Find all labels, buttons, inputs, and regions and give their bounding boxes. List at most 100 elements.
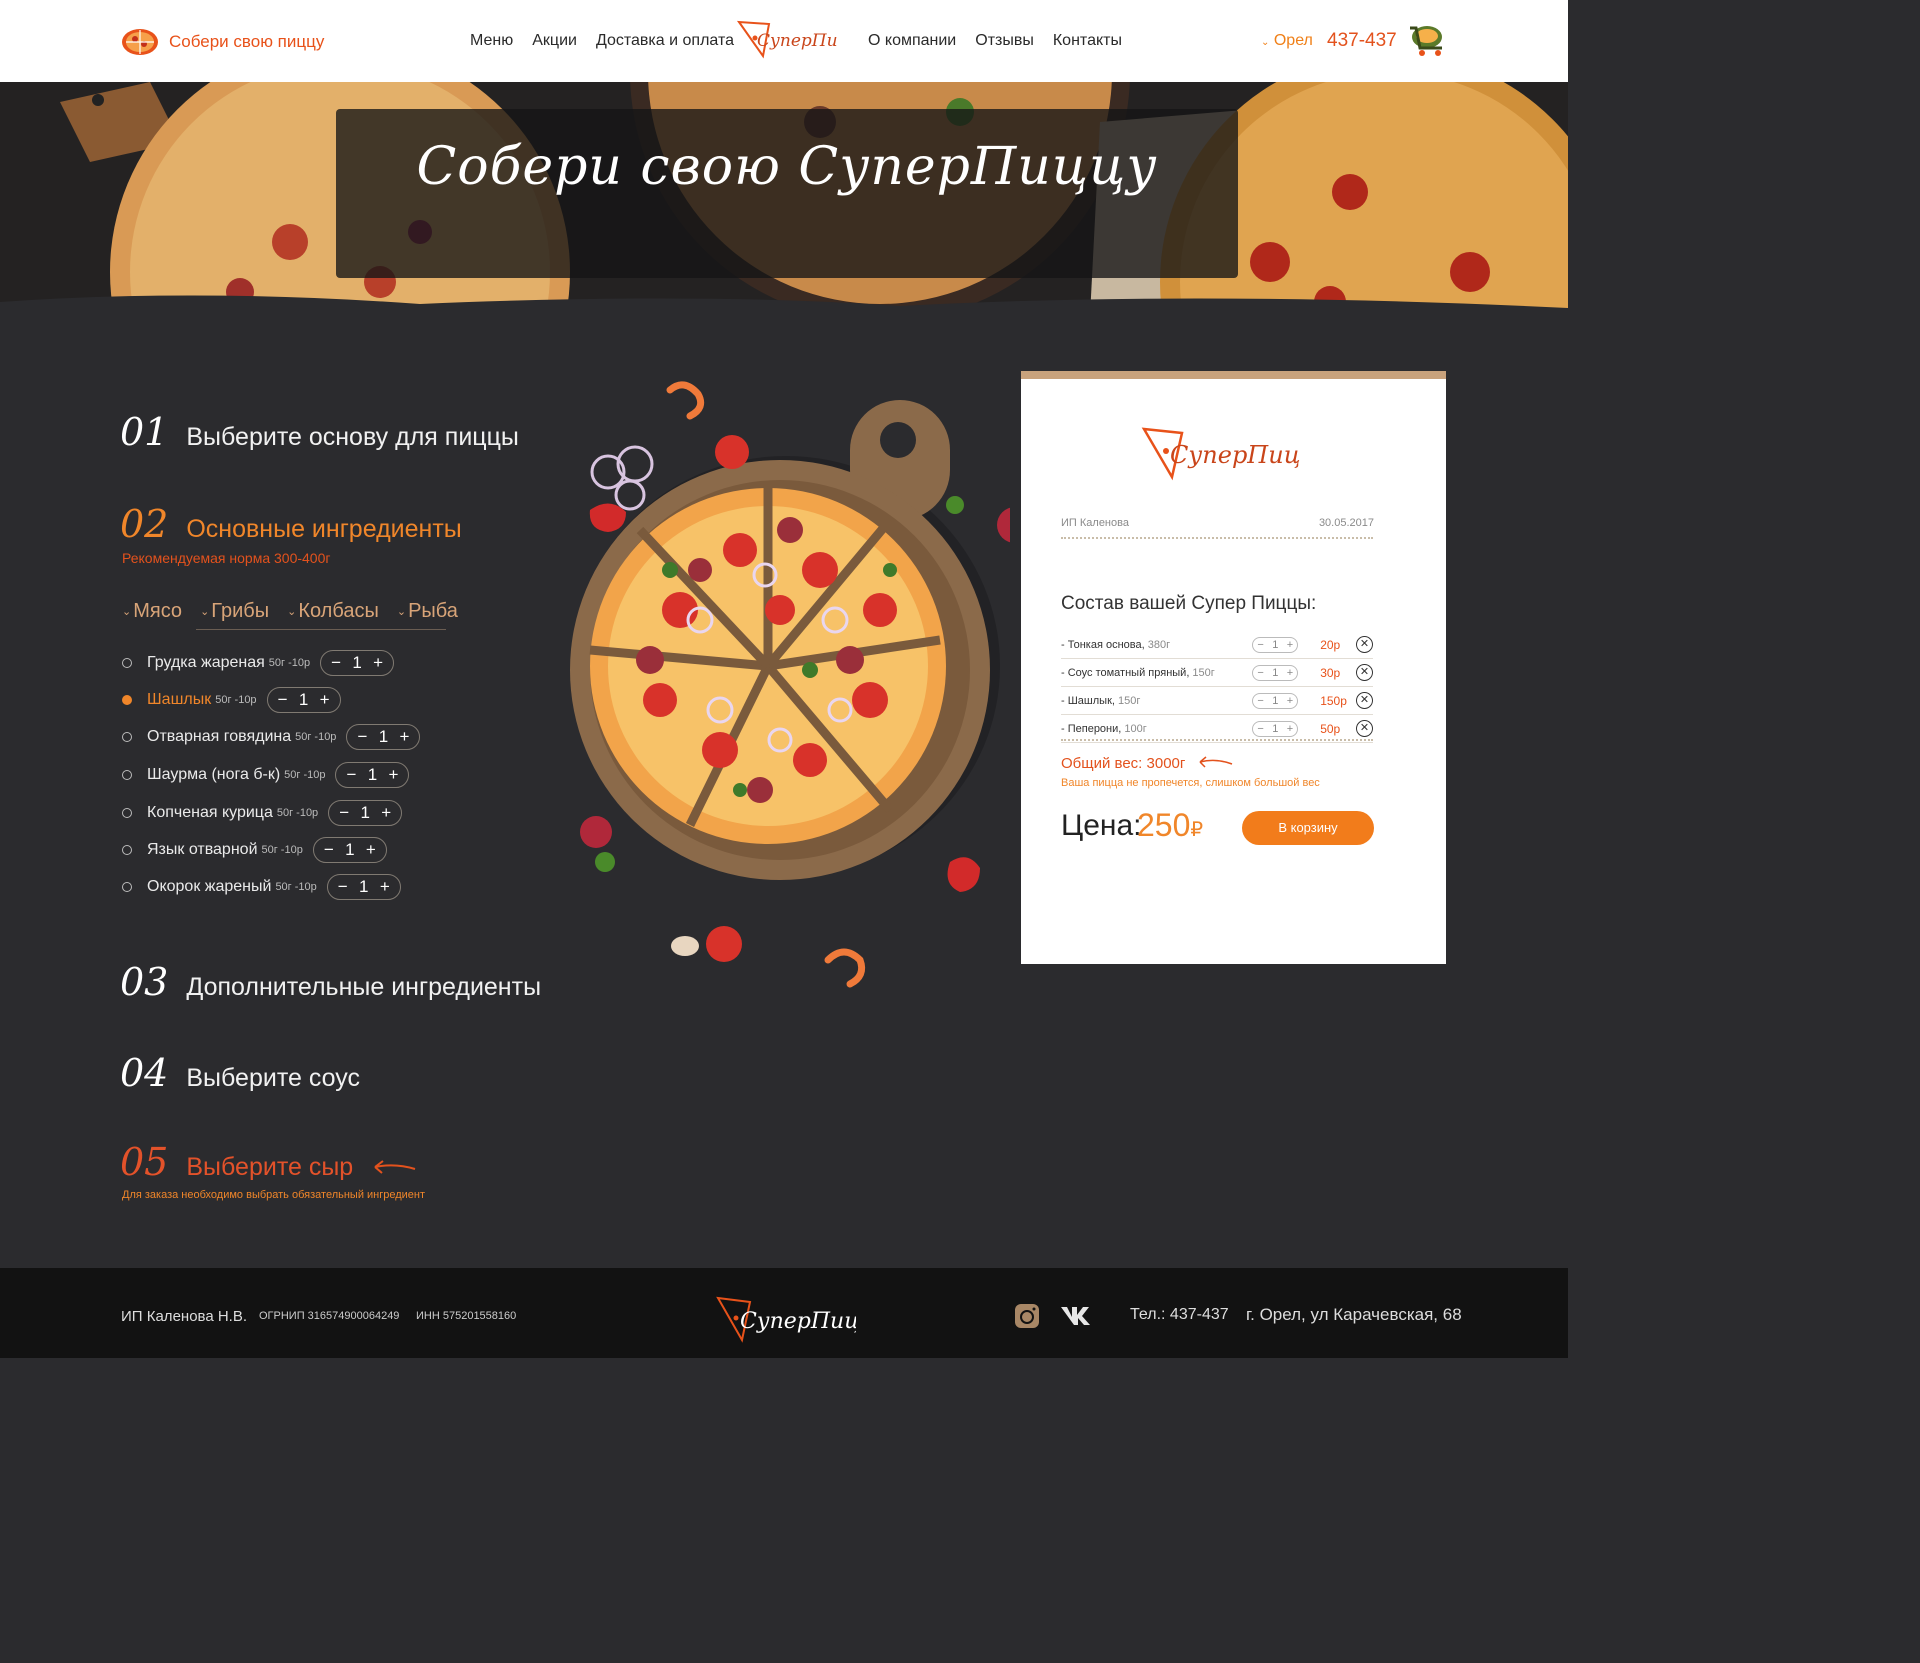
receipt-item-weight: 150г — [1114, 694, 1141, 707]
increment-button[interactable]: + — [381, 803, 391, 823]
ingredient-radio[interactable] — [122, 882, 132, 892]
step-02[interactable]: 02 Основные ингредиенты — [120, 502, 462, 546]
tab-label: Грибы — [211, 600, 270, 622]
build-pizza-text: Собери свою пиццу — [169, 32, 325, 51]
quantity-value: 1 — [298, 690, 309, 709]
receipt-date: 30.05.2017 — [1318, 517, 1374, 529]
tab-sausages[interactable]: ⌄ Колбасы — [287, 600, 379, 627]
nav-contacts[interactable]: Контакты — [1053, 32, 1122, 50]
step-04[interactable]: 04 Выберите соус — [120, 1051, 360, 1095]
ingredient-meta: 50г -10р — [275, 881, 317, 893]
step-03[interactable]: 03 Дополнительные ингредиенты — [120, 960, 541, 1004]
ingredient-row[interactable]: Окорок жареный 50г -10р −1 + — [122, 874, 401, 900]
quantity-value: 1 — [1272, 722, 1279, 735]
receipt-divider — [1061, 537, 1373, 539]
close-circle-icon[interactable]: ✕ — [1356, 664, 1374, 681]
tab-fish[interactable]: ⌄ Рыба — [397, 600, 458, 627]
increment-button[interactable]: + — [1287, 723, 1293, 735]
step-label: Дополнительные ингредиенты — [186, 973, 542, 1001]
close-circle-icon[interactable]: ✕ — [1356, 636, 1374, 653]
quantity-stepper: −1 + — [326, 874, 401, 900]
ingredient-row[interactable]: Копченая курица 50г -10р −1 + — [122, 800, 403, 826]
ingredient-row[interactable]: Шашлык 50г -10р −1 + — [122, 687, 341, 713]
step-05[interactable]: 05 Выберите сыр — [120, 1140, 417, 1184]
ingredient-row[interactable]: Язык отварной 50г -10р −1 + — [122, 837, 387, 863]
site-logo[interactable]: СуперПицца — [733, 16, 837, 64]
decrement-button[interactable]: − — [1257, 723, 1263, 735]
quantity-value: 1 — [378, 727, 389, 746]
receipt-item-name: - Шашлык, 150г — [1061, 695, 1252, 707]
decrement-button[interactable]: − — [346, 765, 356, 785]
city-select[interactable]: ⌄ Орел — [1261, 32, 1313, 50]
pizza-preview — [570, 381, 1010, 988]
receipt-qty-stepper: −1 + — [1252, 636, 1299, 653]
ingredient-radio[interactable] — [122, 695, 132, 705]
nav-menu[interactable]: Меню — [470, 32, 513, 50]
receipt-item-price: 30р — [1320, 665, 1341, 680]
receipt-logo-text: СуперПицца — [1170, 441, 1300, 469]
footer-logo[interactable]: СуперПицца — [712, 1290, 856, 1346]
ingredient-row[interactable]: Шаурма (нога б-к) 50г -10р −1 + — [122, 762, 410, 788]
tab-mushrooms[interactable]: ⌄ Грибы — [200, 600, 269, 627]
cart-icon[interactable] — [1408, 22, 1448, 58]
ingredient-name: Окорок жареный — [147, 878, 272, 895]
close-circle-icon[interactable]: ✕ — [1356, 720, 1374, 737]
pizza-slice-icon — [122, 29, 158, 55]
receipt-logo: СуперПицца — [1141, 427, 1300, 481]
increment-button[interactable]: + — [1287, 639, 1293, 651]
decrement-button[interactable]: − — [1257, 639, 1263, 651]
increment-button[interactable]: + — [320, 690, 330, 710]
increment-button[interactable]: + — [380, 877, 390, 897]
nav-promos[interactable]: Акции — [532, 32, 577, 50]
decrement-button[interactable]: − — [324, 840, 334, 860]
increment-button[interactable]: + — [366, 840, 376, 860]
ingredient-row[interactable]: Отварная говядина 50г -10р −1 + — [122, 724, 421, 750]
arrow-left-icon — [1198, 756, 1232, 768]
footer-address: г. Орел, ул Карачевская, 68 — [1246, 1305, 1462, 1324]
ingredient-row[interactable]: Грудка жареная 50г -10р −1 + — [122, 650, 395, 676]
header-phone[interactable]: 437-437 — [1327, 30, 1397, 52]
footer-owner: ИП Каленова Н.В. — [121, 1308, 248, 1325]
nav-reviews[interactable]: Отзывы — [975, 32, 1034, 50]
ingredient-meta: 50г -10р — [284, 769, 326, 781]
step-01[interactable]: 01 Выберите основу для пиццы — [120, 410, 519, 454]
decrement-button[interactable]: − — [339, 803, 349, 823]
increment-button[interactable]: + — [389, 765, 399, 785]
increment-button[interactable]: + — [400, 727, 410, 747]
step-number: 02 — [120, 502, 169, 546]
decrement-button[interactable]: − — [278, 690, 288, 710]
site-header: Собери свою пиццу Меню Акции Доставка и … — [0, 0, 1568, 82]
increment-button[interactable]: + — [1287, 695, 1293, 707]
decrement-button[interactable]: − — [338, 877, 348, 897]
decrement-button[interactable]: − — [1257, 695, 1263, 707]
nav-about[interactable]: О компании — [868, 32, 956, 50]
ingredient-meta: 50г -10р — [295, 731, 337, 743]
footer-phone[interactable]: Тел.: 437-437 — [1130, 1306, 1229, 1324]
decrement-button[interactable]: − — [1257, 667, 1263, 679]
ingredient-radio[interactable] — [122, 845, 132, 855]
vk-icon[interactable] — [1060, 1304, 1094, 1326]
tab-meat[interactable]: ⌄ Мясо — [122, 600, 182, 627]
ingredient-radio[interactable] — [122, 808, 132, 818]
decrement-button[interactable]: − — [331, 653, 341, 673]
increment-button[interactable]: + — [1287, 667, 1293, 679]
quantity-value: 1 — [1272, 638, 1279, 651]
close-circle-icon[interactable]: ✕ — [1356, 692, 1374, 709]
ingredient-radio[interactable] — [122, 658, 132, 668]
ingredient-radio[interactable] — [122, 770, 132, 780]
nav-delivery[interactable]: Доставка и оплата — [596, 32, 734, 50]
step-label: Выберите сыр — [186, 1153, 354, 1181]
decrement-button[interactable]: − — [357, 727, 367, 747]
tab-label: Рыба — [408, 600, 458, 622]
quantity-stepper: −1 + — [346, 724, 421, 750]
ingredient-name: Шаурма (нога б-к) — [147, 766, 281, 783]
step-label: Выберите основу для пиццы — [186, 423, 519, 451]
add-to-cart-button[interactable]: В корзину — [1242, 811, 1374, 845]
chevron-down-icon: ⌄ — [287, 606, 297, 619]
instagram-icon[interactable] — [1014, 1303, 1040, 1329]
ingredient-radio[interactable] — [122, 732, 132, 742]
quantity-value: 1 — [345, 840, 355, 859]
footer-ogrn: ОГРНИП 316574900064249 — [259, 1310, 400, 1322]
increment-button[interactable]: + — [373, 653, 383, 673]
build-pizza-link[interactable]: Собери свою пиццу — [121, 27, 324, 57]
